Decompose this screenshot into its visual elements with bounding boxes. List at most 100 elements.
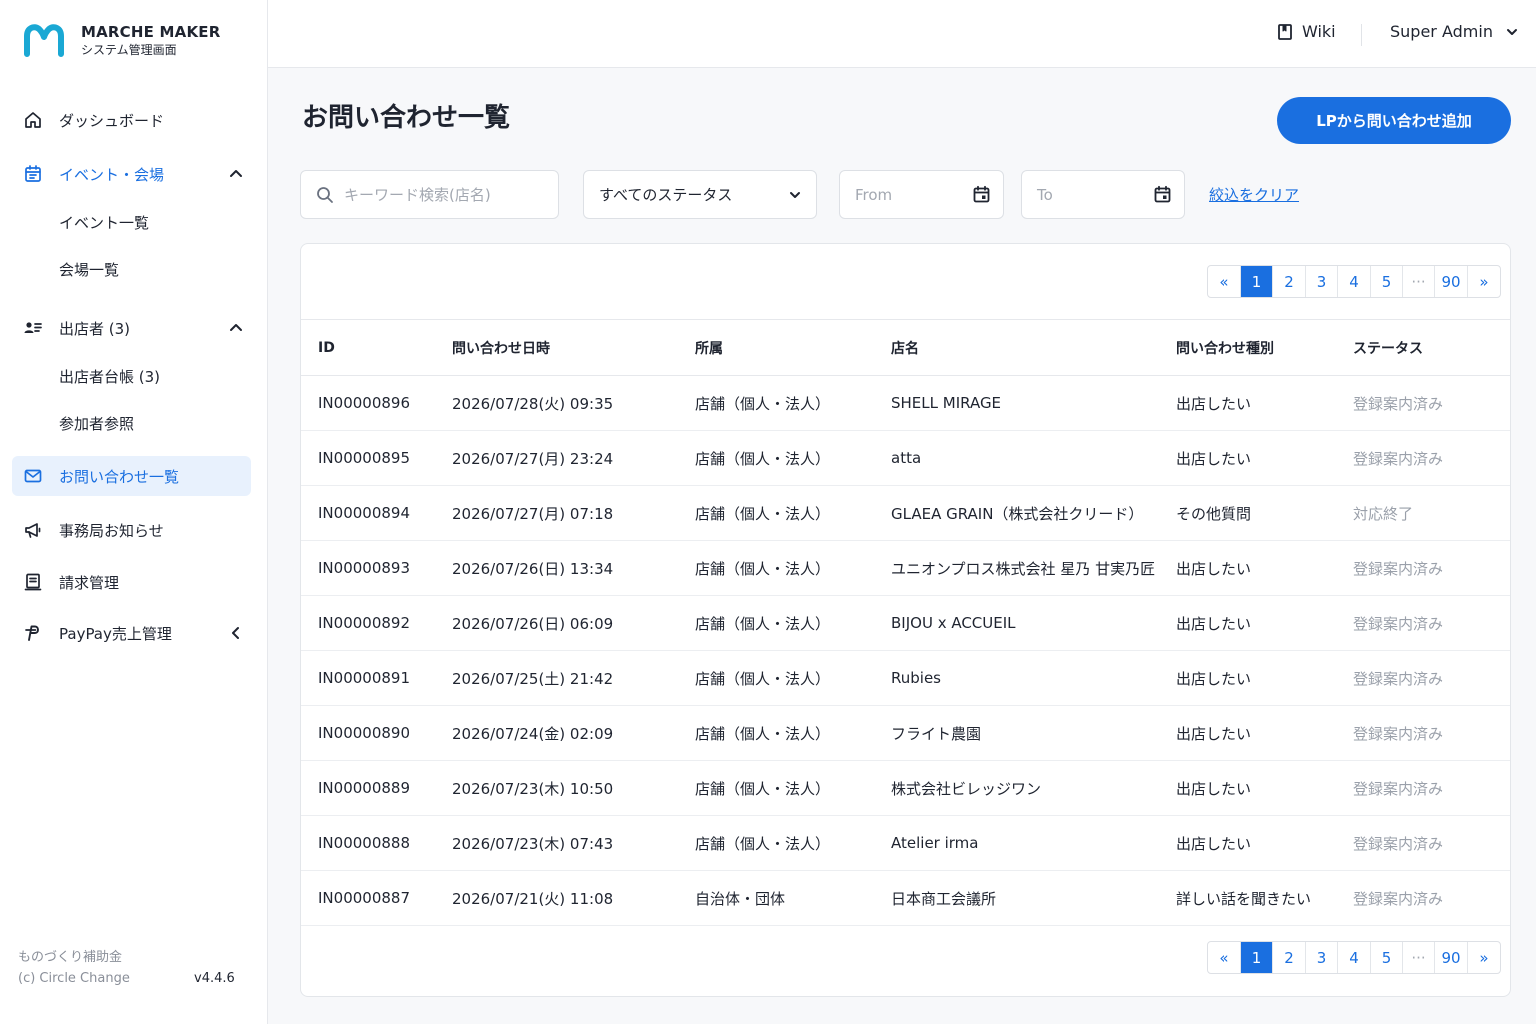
table-row[interactable]: IN00000890 2026/07/24(金) 02:09 店舗（個人・法人） フラ… xyxy=(301,705,1510,761)
sidebar-item-vendors[interactable]: 出店者 (3) xyxy=(12,308,251,348)
column-header-datetime[interactable]: 問い合わせ日時 xyxy=(452,319,695,376)
pagination-page-2[interactable]: 2 xyxy=(1273,942,1306,973)
sidebar-item-label: 出店者 (3) xyxy=(59,319,131,338)
brand-subtitle: システム管理画面 xyxy=(81,43,177,57)
cell-status: 登録案内済み xyxy=(1353,430,1510,486)
sidebar-item-announcements[interactable]: 事務局お知らせ xyxy=(12,510,251,550)
cell-store-name: BIJOU x ACCUEIL xyxy=(891,595,1176,651)
table-row[interactable]: IN00000896 2026/07/28(火) 09:35 店舗（個人・法人） SH… xyxy=(301,375,1510,431)
inquiry-table: ID 問い合わせ日時 所属 店名 問い合わせ種別 ステータス IN0000089… xyxy=(301,319,1510,926)
add-inquiry-from-lp-button[interactable]: LPから問い合わせ追加 xyxy=(1277,97,1511,144)
megaphone-icon xyxy=(22,519,44,541)
cell-inquiry-datetime: 2026/07/23(木) 07:43 xyxy=(452,815,695,871)
brand-title: MARCHE MAKER xyxy=(81,23,221,41)
cell-inquiry-id[interactable]: IN00000891 xyxy=(301,650,452,706)
cell-store-name: SHELL MIRAGE xyxy=(891,375,1176,431)
date-to-input[interactable]: To xyxy=(1021,170,1185,219)
pagination-first[interactable]: « xyxy=(1208,942,1241,973)
table-body: IN00000896 2026/07/28(火) 09:35 店舗（個人・法人） SH… xyxy=(301,375,1510,926)
cell-store-name: Atelier irma xyxy=(891,815,1176,871)
table-row[interactable]: IN00000887 2026/07/21(火) 11:08 自治体・団体 日本商工会… xyxy=(301,870,1510,926)
footer-grant-text: ものづくり補助金 xyxy=(18,950,123,965)
sidebar-subitem-vendor-ledger[interactable]: 出店者台帳 (3) xyxy=(59,362,160,392)
brand[interactable]: MARCHE MAKER システム管理画面 xyxy=(22,20,220,60)
sidebar-subitem-participant-lookup[interactable]: 参加者参照 xyxy=(59,409,134,439)
table-row[interactable]: IN00000891 2026/07/25(土) 21:42 店舗（個人・法人） Ru… xyxy=(301,650,1510,706)
clear-filters-link[interactable]: 絞込をクリア xyxy=(1209,184,1299,205)
cell-store-name: atta xyxy=(891,430,1176,486)
cell-status: 登録案内済み xyxy=(1353,540,1510,596)
cell-inquiry-id[interactable]: IN00000895 xyxy=(301,430,452,486)
date-from-input[interactable]: From xyxy=(839,170,1004,219)
cell-inquiry-id[interactable]: IN00000890 xyxy=(301,705,452,761)
table-row[interactable]: IN00000888 2026/07/23(木) 07:43 店舗（個人・法人） At… xyxy=(301,815,1510,871)
sidebar-subitem-event-list[interactable]: イベント一覧 xyxy=(59,208,149,238)
cell-store-name: Rubies xyxy=(891,650,1176,706)
cell-inquiry-id[interactable]: IN00000888 xyxy=(301,815,452,871)
cell-affiliation: 店舗（個人・法人） xyxy=(695,705,891,761)
cell-inquiry-id[interactable]: IN00000887 xyxy=(301,870,452,926)
chevron-up-icon[interactable] xyxy=(227,319,245,337)
cell-status: 登録案内済み xyxy=(1353,595,1510,651)
cell-inquiry-datetime: 2026/07/27(月) 23:24 xyxy=(452,430,695,486)
cell-inquiry-datetime: 2026/07/26(日) 13:34 xyxy=(452,540,695,596)
pagination-next[interactable]: » xyxy=(1468,942,1500,973)
cell-inquiry-type: 出店したい xyxy=(1176,705,1353,761)
pagination-page-2[interactable]: 2 xyxy=(1273,266,1306,297)
pagination-page-5[interactable]: 5 xyxy=(1371,942,1403,973)
table-row[interactable]: IN00000889 2026/07/23(木) 10:50 店舗（個人・法人） 株式… xyxy=(301,760,1510,816)
pagination-page-4[interactable]: 4 xyxy=(1338,266,1371,297)
pagination-page-4[interactable]: 4 xyxy=(1338,942,1371,973)
pagination-page-1[interactable]: 1 xyxy=(1241,942,1273,973)
status-filter-select[interactable]: すべてのステータス xyxy=(583,170,817,219)
pagination-page-3[interactable]: 3 xyxy=(1306,942,1338,973)
marche-maker-logo xyxy=(24,24,64,57)
column-header-affiliation[interactable]: 所属 xyxy=(695,319,891,376)
table-row[interactable]: IN00000892 2026/07/26(日) 06:09 店舗（個人・法人） BI… xyxy=(301,595,1510,651)
column-header-inquiry-type[interactable]: 問い合わせ種別 xyxy=(1176,319,1353,376)
date-from-placeholder: From xyxy=(855,185,893,204)
sidebar-item-dashboard[interactable]: ダッシュボード xyxy=(12,100,251,140)
cell-store-name: GLAEA GRAIN（株式会社クリード） xyxy=(891,485,1176,541)
sidebar-item-paypay-sales[interactable]: PayPay売上管理 xyxy=(12,613,251,653)
cell-inquiry-type: 出店したい xyxy=(1176,430,1353,486)
cell-inquiry-type: その他質問 xyxy=(1176,485,1353,541)
pagination-page-5[interactable]: 5 xyxy=(1371,266,1403,297)
pagination-last-page[interactable]: 90 xyxy=(1435,266,1468,297)
calendar-icon[interactable] xyxy=(1153,185,1172,204)
table-row[interactable]: IN00000894 2026/07/27(月) 07:18 店舗（個人・法人） GL… xyxy=(301,485,1510,541)
cell-inquiry-id[interactable]: IN00000896 xyxy=(301,375,452,431)
sidebar-subitem-venue-list[interactable]: 会場一覧 xyxy=(59,255,119,285)
cell-inquiry-id[interactable]: IN00000889 xyxy=(301,760,452,816)
cell-inquiry-type: 出店したい xyxy=(1176,375,1353,431)
chevron-left-icon[interactable] xyxy=(227,624,245,642)
pagination-first[interactable]: « xyxy=(1208,266,1241,297)
pagination-next[interactable]: » xyxy=(1468,266,1500,297)
sidebar-item-billing[interactable]: 請求管理 xyxy=(12,562,251,602)
calendar-icon[interactable] xyxy=(972,185,991,204)
user-menu[interactable]: Super Admin xyxy=(1390,22,1519,41)
chevron-down-icon xyxy=(790,192,800,198)
cell-inquiry-id[interactable]: IN00000894 xyxy=(301,485,452,541)
pagination-page-1[interactable]: 1 xyxy=(1241,266,1273,297)
column-header-store-name[interactable]: 店名 xyxy=(891,319,1176,376)
table-row[interactable]: IN00000895 2026/07/27(月) 23:24 店舗（個人・法人） at… xyxy=(301,430,1510,486)
pagination-page-3[interactable]: 3 xyxy=(1306,266,1338,297)
pagination-last-page[interactable]: 90 xyxy=(1435,942,1468,973)
sidebar-item-events-venues[interactable]: イベント・会場 xyxy=(12,154,251,194)
column-header-status[interactable]: ステータス xyxy=(1353,319,1510,376)
footer-copyright: (c) Circle Change xyxy=(18,971,130,986)
pagination-top: « 1 2 3 4 5 ··· 90 » xyxy=(1207,265,1501,298)
wiki-link[interactable]: Wiki xyxy=(1276,22,1336,41)
sidebar-item-inquiries[interactable]: お問い合わせ一覧 xyxy=(12,456,251,496)
status-select-value: すべてのステータス xyxy=(599,186,733,204)
calendar-icon xyxy=(22,163,44,185)
table-row[interactable]: IN00000893 2026/07/26(日) 13:34 店舗（個人・法人） ユニ… xyxy=(301,540,1510,596)
keyword-search-input[interactable]: キーワード検索(店名) xyxy=(300,170,559,219)
chevron-up-icon[interactable] xyxy=(227,165,245,183)
cell-inquiry-id[interactable]: IN00000893 xyxy=(301,540,452,596)
cell-inquiry-type: 出店したい xyxy=(1176,650,1353,706)
cell-inquiry-id[interactable]: IN00000892 xyxy=(301,595,452,651)
invoice-icon xyxy=(22,571,44,593)
column-header-id[interactable]: ID xyxy=(301,319,452,376)
